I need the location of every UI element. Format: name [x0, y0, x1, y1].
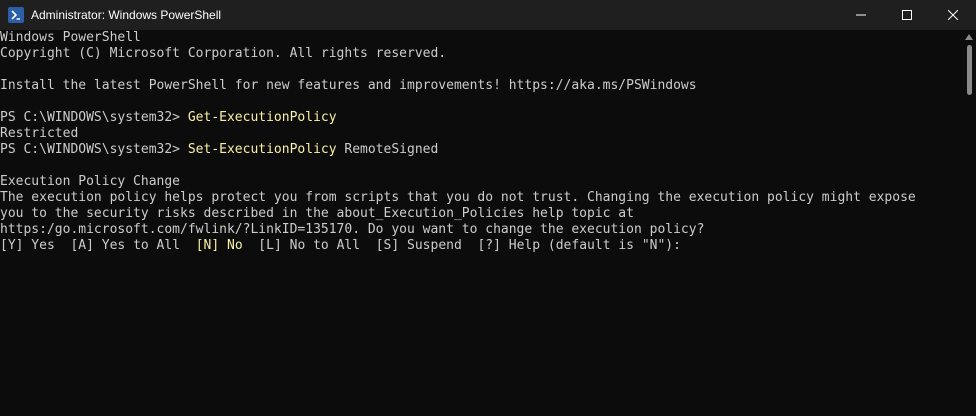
command-output: Restricted [0, 126, 79, 141]
vertical-scrollbar[interactable] [962, 30, 976, 416]
minimize-button[interactable] [838, 0, 884, 30]
policy-heading: Execution Policy Change [0, 174, 181, 189]
choice-help: [?] Help (default is "N"): [477, 238, 689, 253]
choice-suspend: [S] Suspend [375, 238, 478, 253]
prompt-line: PS C:\WINDOWS\system32> Set-ExecutionPol… [0, 142, 438, 158]
prompt-line: PS C:\WINDOWS\system32> Get-ExecutionPol… [0, 110, 337, 126]
console-line: Copyright (C) Microsoft Corporation. All… [0, 46, 447, 61]
policy-message: you to the security risks described in t… [0, 206, 634, 221]
prompt: PS C:\WINDOWS\system32> [0, 110, 188, 125]
prompt: PS C:\WINDOWS\system32> [0, 142, 188, 157]
title-bar[interactable]: Administrator: Windows PowerShell [0, 0, 976, 30]
choice-yes-to-all: [A] Yes to All [70, 238, 196, 253]
maximize-button[interactable] [884, 0, 930, 30]
command-text: Set-ExecutionPolicy [187, 142, 337, 157]
powershell-icon [8, 7, 24, 23]
scrollbar-thumb[interactable] [967, 45, 972, 95]
policy-message: The execution policy helps protect you f… [0, 190, 916, 205]
maximize-icon [902, 10, 912, 20]
console-output[interactable]: Windows PowerShell Copyright (C) Microso… [0, 30, 962, 416]
command-text: Get-ExecutionPolicy [187, 110, 337, 125]
choice-no-to-all: [L] No to All [242, 238, 376, 253]
minimize-icon [856, 14, 866, 16]
choice-yes: [Y] Yes [0, 238, 71, 253]
policy-message: https:/go.microsoft.com/fwlink/?LinkID=1… [0, 222, 705, 237]
window-title: Administrator: Windows PowerShell [31, 8, 222, 22]
choice-prompt[interactable]: [Y] Yes [A] Yes to All [N] No [L] No to … [0, 238, 689, 254]
choice-no-default: [N] No [195, 238, 243, 253]
console-line: Install the latest PowerShell for new fe… [0, 78, 697, 93]
scroll-up-arrow-icon[interactable] [965, 34, 973, 40]
console-line: Windows PowerShell [0, 30, 141, 45]
close-button[interactable] [930, 0, 976, 30]
command-argument: RemoteSigned [336, 142, 439, 157]
close-icon [948, 10, 958, 20]
